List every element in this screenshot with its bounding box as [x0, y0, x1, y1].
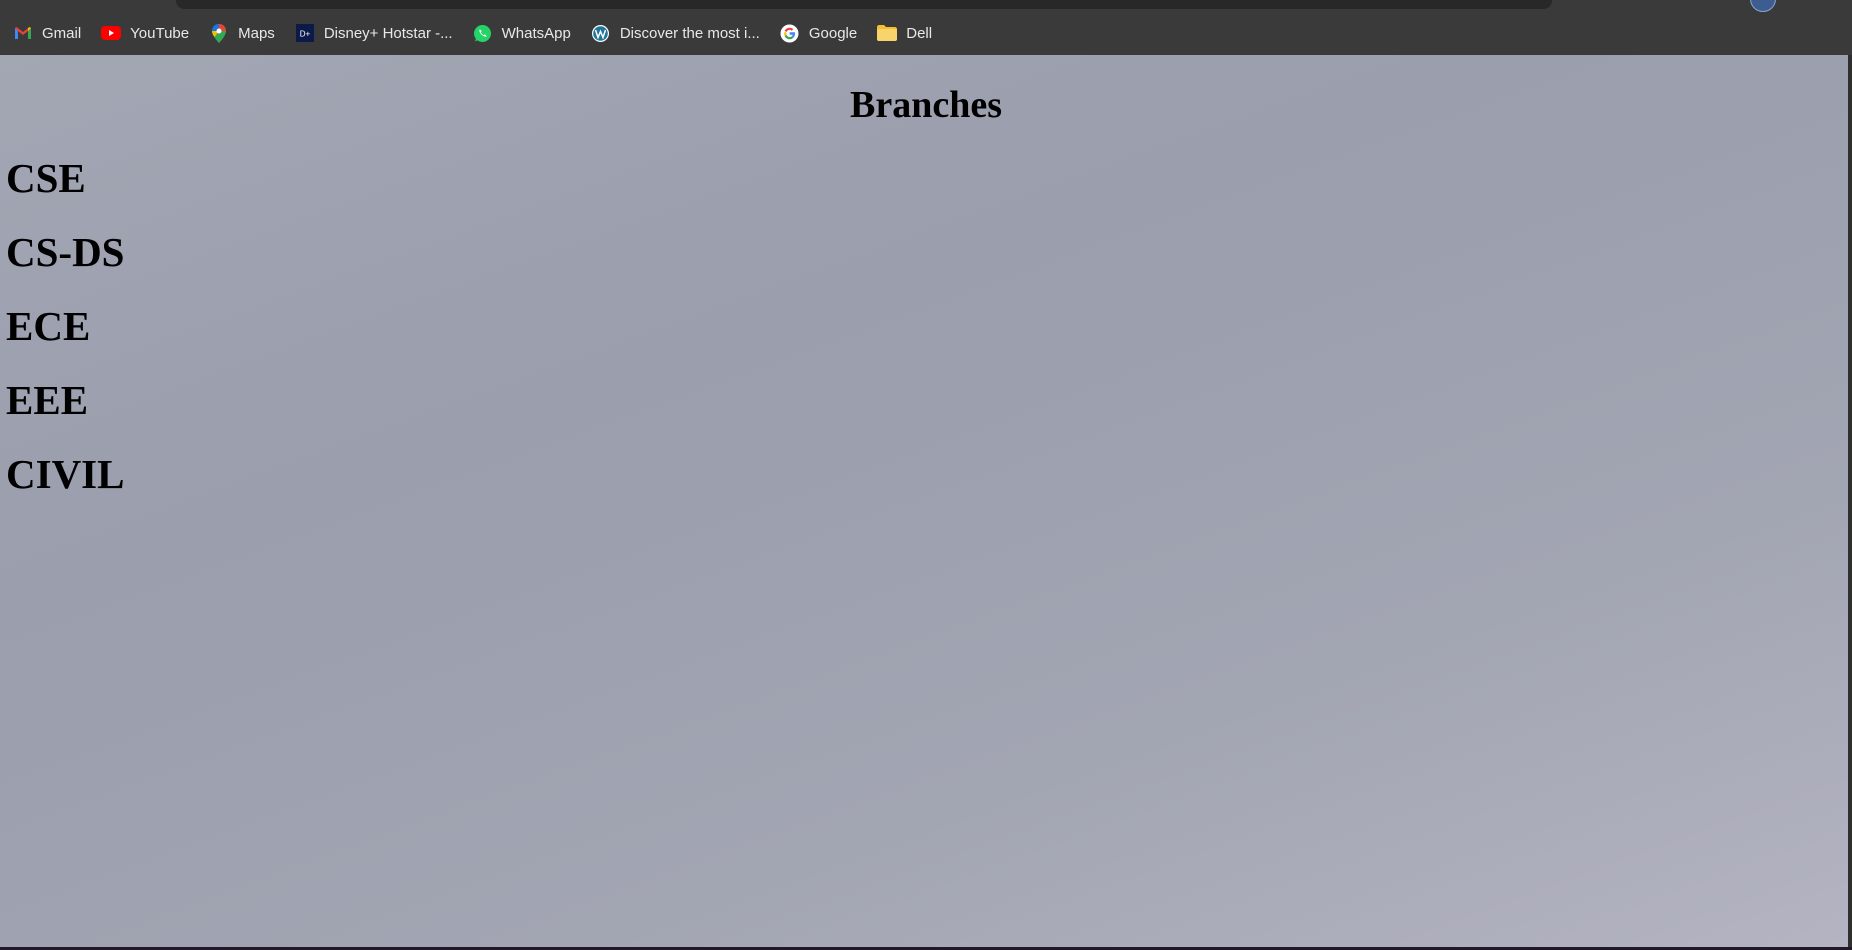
bookmark-folder-dell[interactable]: Dell [877, 19, 932, 47]
bookmark-label: Discover the most i... [619, 24, 760, 42]
bookmark-label: Maps [238, 24, 275, 42]
gmail-icon [13, 23, 33, 43]
bookmark-label: WhatsApp [501, 24, 571, 42]
bookmark-label: Google [808, 24, 858, 42]
branch-cs-ds: CS-DS [6, 229, 125, 275]
branch-eee: EEE [6, 377, 89, 423]
bookmark-hotstar[interactable]: D+ Disney+ Hotstar -... [295, 19, 453, 47]
bookmark-whatsapp[interactable]: WhatsApp [473, 19, 571, 47]
bookmark-gmail[interactable]: Gmail [13, 19, 81, 47]
bookmark-label: Gmail [42, 24, 82, 42]
address-bar[interactable] [176, 0, 1552, 9]
youtube-icon [101, 23, 122, 43]
whatsapp-icon [473, 23, 493, 43]
svg-text:D+: D+ [300, 30, 311, 39]
bookmark-label: Disney+ Hotstar -... [323, 24, 453, 42]
branch-list: CSE CS-DS ECE EEE CIVIL [6, 155, 124, 525]
bookmarks-bar: Gmail YouTube Maps D+ Disney+ Hotstar -.… [0, 14, 952, 52]
page-title: Branches [850, 84, 1002, 126]
google-icon [780, 23, 800, 43]
page-content: Branches CSE CS-DS ECE EEE CIVIL [0, 55, 1852, 950]
maps-icon [209, 23, 229, 43]
bookmark-label: YouTube [130, 24, 190, 42]
branch-civil: CIVIL [6, 451, 125, 497]
branch-cse: CSE [6, 155, 86, 201]
bookmark-google[interactable]: Google [780, 19, 857, 47]
folder-icon [877, 23, 898, 43]
bookmark-youtube[interactable]: YouTube [101, 19, 189, 47]
bookmark-maps[interactable]: Maps [209, 19, 275, 47]
hotstar-icon: D+ [295, 23, 315, 43]
branch-ece: ECE [6, 303, 91, 349]
browser-chrome: Gmail YouTube Maps D+ Disney+ Hotstar -.… [0, 0, 1852, 55]
wordpress-icon [591, 23, 611, 43]
profile-avatar[interactable] [1750, 0, 1776, 12]
bookmark-label: Dell [906, 24, 933, 42]
bookmark-wordpress[interactable]: Discover the most i... [591, 19, 760, 47]
